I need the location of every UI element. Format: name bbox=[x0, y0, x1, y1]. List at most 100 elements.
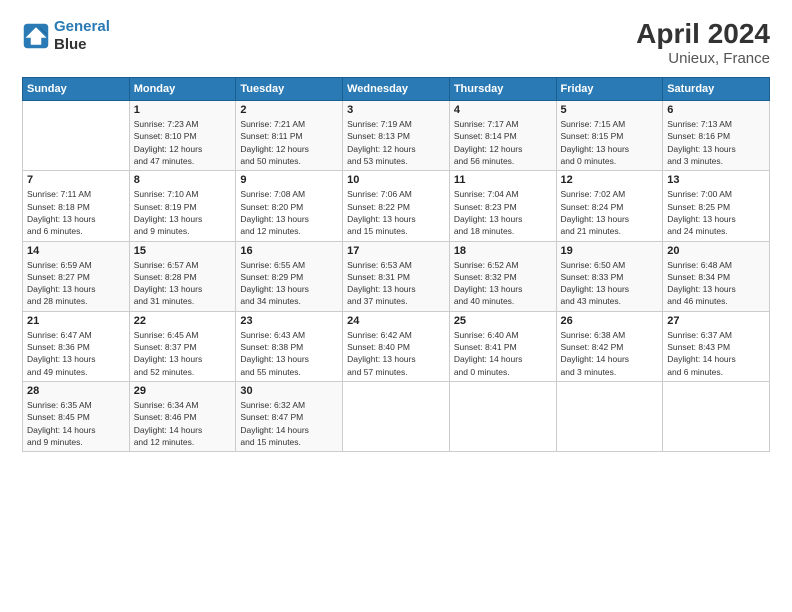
calendar-day-cell: 25 Sunrise: 6:40 AM Sunset: 8:41 PM Dayli… bbox=[449, 311, 556, 381]
day-info: Sunrise: 6:48 AM Sunset: 8:34 PM Dayligh… bbox=[667, 259, 765, 308]
calendar-header-cell: Monday bbox=[129, 78, 236, 101]
calendar-day-cell: 27Sunrise: 6:37 AM Sunset: 8:43 PM Dayli… bbox=[663, 311, 770, 381]
calendar-day-cell: 22Sunrise: 6:45 AM Sunset: 8:37 PM Dayli… bbox=[129, 311, 236, 381]
calendar-day-cell: 14 Sunrise: 6:59 AM Sunset: 8:27 PM Dayli… bbox=[23, 241, 130, 311]
day-info: Sunrise: 7:08 AM Sunset: 8:20 PM Dayligh… bbox=[240, 188, 338, 237]
day-number: 4 bbox=[454, 104, 552, 116]
day-number: 8 bbox=[134, 174, 232, 186]
day-number: 11 bbox=[454, 174, 552, 186]
day-info: Sunrise: 7:06 AM Sunset: 8:22 PM Dayligh… bbox=[347, 188, 445, 237]
calendar-day-cell: 5 Sunrise: 7:15 AM Sunset: 8:15 PM Daylig… bbox=[556, 101, 663, 171]
day-number: 5 bbox=[561, 104, 659, 116]
logo-icon bbox=[22, 22, 50, 50]
calendar-title: April 2024 bbox=[636, 18, 770, 50]
calendar-day-cell: 17 Sunrise: 6:53 AM Sunset: 8:31 PM Dayli… bbox=[343, 241, 450, 311]
day-info: Sunrise: 7:10 AM Sunset: 8:19 PM Dayligh… bbox=[134, 188, 232, 237]
day-info: Sunrise: 7:17 AM Sunset: 8:14 PM Dayligh… bbox=[454, 118, 552, 167]
page: General Blue April 2024 Unieux, France S… bbox=[0, 0, 792, 612]
header: General Blue April 2024 Unieux, France bbox=[22, 18, 770, 67]
title-block: April 2024 Unieux, France bbox=[636, 18, 770, 67]
day-info: Sunrise: 6:52 AM Sunset: 8:32 PM Dayligh… bbox=[454, 259, 552, 308]
calendar-day-cell bbox=[449, 382, 556, 452]
calendar-day-cell: 16 Sunrise: 6:55 AM Sunset: 8:29 PM Dayli… bbox=[236, 241, 343, 311]
calendar-day-cell: 23Sunrise: 6:43 AM Sunset: 8:38 PM Dayli… bbox=[236, 311, 343, 381]
day-number: 30 bbox=[240, 385, 338, 397]
calendar-header-cell: Friday bbox=[556, 78, 663, 101]
day-info: Sunrise: 6:35 AM Sunset: 8:45 PM Dayligh… bbox=[27, 399, 125, 448]
day-info: Sunrise: 7:11 AM Sunset: 8:18 PM Dayligh… bbox=[27, 188, 125, 237]
day-number: 20 bbox=[667, 245, 765, 257]
calendar-day-cell bbox=[23, 101, 130, 171]
day-number: 22 bbox=[134, 315, 232, 327]
day-number: 21 bbox=[27, 315, 125, 327]
day-number: 2 bbox=[240, 104, 338, 116]
calendar-day-cell: 11 Sunrise: 7:04 AM Sunset: 8:23 PM Dayli… bbox=[449, 171, 556, 241]
calendar-day-cell: 9 Sunrise: 7:08 AM Sunset: 8:20 PM Daylig… bbox=[236, 171, 343, 241]
day-info: Sunrise: 6:34 AM Sunset: 8:46 PM Dayligh… bbox=[134, 399, 232, 448]
day-number: 17 bbox=[347, 245, 445, 257]
day-info: Sunrise: 6:42 AM Sunset: 8:40 PM Dayligh… bbox=[347, 329, 445, 378]
day-info: Sunrise: 7:15 AM Sunset: 8:15 PM Dayligh… bbox=[561, 118, 659, 167]
calendar-day-cell: 15 Sunrise: 6:57 AM Sunset: 8:28 PM Dayli… bbox=[129, 241, 236, 311]
day-number: 6 bbox=[667, 104, 765, 116]
day-number: 29 bbox=[134, 385, 232, 397]
calendar-week-row: 7 Sunrise: 7:11 AM Sunset: 8:18 PM Daylig… bbox=[23, 171, 770, 241]
calendar-week-row: 21 Sunrise: 6:47 AM Sunset: 8:36 PM Dayli… bbox=[23, 311, 770, 381]
day-number: 28 bbox=[27, 385, 125, 397]
calendar-day-cell: 29 Sunrise: 6:34 AM Sunset: 8:46 PM Dayli… bbox=[129, 382, 236, 452]
day-info: Sunrise: 7:21 AM Sunset: 8:11 PM Dayligh… bbox=[240, 118, 338, 167]
calendar-week-row: 28 Sunrise: 6:35 AM Sunset: 8:45 PM Dayli… bbox=[23, 382, 770, 452]
day-info: Sunrise: 6:40 AM Sunset: 8:41 PM Dayligh… bbox=[454, 329, 552, 378]
day-number: 1 bbox=[134, 104, 232, 116]
day-number: 7 bbox=[27, 174, 125, 186]
day-number: 15 bbox=[134, 245, 232, 257]
day-number: 12 bbox=[561, 174, 659, 186]
day-info: Sunrise: 6:37 AM Sunset: 8:43 PM Dayligh… bbox=[667, 329, 765, 378]
calendar-day-cell: 28 Sunrise: 6:35 AM Sunset: 8:45 PM Dayli… bbox=[23, 382, 130, 452]
calendar-day-cell: 18Sunrise: 6:52 AM Sunset: 8:32 PM Dayli… bbox=[449, 241, 556, 311]
logo-line2: Blue bbox=[54, 36, 110, 54]
calendar-day-cell: 1 Sunrise: 7:23 AM Sunset: 8:10 PM Daylig… bbox=[129, 101, 236, 171]
day-info: Sunrise: 6:50 AM Sunset: 8:33 PM Dayligh… bbox=[561, 259, 659, 308]
calendar-day-cell bbox=[343, 382, 450, 452]
calendar-day-cell: 20 Sunrise: 6:48 AM Sunset: 8:34 PM Dayli… bbox=[663, 241, 770, 311]
day-info: Sunrise: 6:57 AM Sunset: 8:28 PM Dayligh… bbox=[134, 259, 232, 308]
calendar-day-cell: 26Sunrise: 6:38 AM Sunset: 8:42 PM Dayli… bbox=[556, 311, 663, 381]
calendar-day-cell: 30Sunrise: 6:32 AM Sunset: 8:47 PM Dayli… bbox=[236, 382, 343, 452]
day-number: 13 bbox=[667, 174, 765, 186]
day-number: 3 bbox=[347, 104, 445, 116]
day-info: Sunrise: 6:43 AM Sunset: 8:38 PM Dayligh… bbox=[240, 329, 338, 378]
day-number: 16 bbox=[240, 245, 338, 257]
day-info: Sunrise: 6:47 AM Sunset: 8:36 PM Dayligh… bbox=[27, 329, 125, 378]
day-number: 25 bbox=[454, 315, 552, 327]
calendar-header-cell: Sunday bbox=[23, 78, 130, 101]
calendar-day-cell: 24 Sunrise: 6:42 AM Sunset: 8:40 PM Dayli… bbox=[343, 311, 450, 381]
day-info: Sunrise: 6:55 AM Sunset: 8:29 PM Dayligh… bbox=[240, 259, 338, 308]
calendar-day-cell: 7 Sunrise: 7:11 AM Sunset: 8:18 PM Daylig… bbox=[23, 171, 130, 241]
calendar-header-cell: Thursday bbox=[449, 78, 556, 101]
day-info: Sunrise: 7:04 AM Sunset: 8:23 PM Dayligh… bbox=[454, 188, 552, 237]
calendar-week-row: 1 Sunrise: 7:23 AM Sunset: 8:10 PM Daylig… bbox=[23, 101, 770, 171]
calendar-day-cell: 21 Sunrise: 6:47 AM Sunset: 8:36 PM Dayli… bbox=[23, 311, 130, 381]
calendar-header-cell: Wednesday bbox=[343, 78, 450, 101]
day-info: Sunrise: 6:59 AM Sunset: 8:27 PM Dayligh… bbox=[27, 259, 125, 308]
day-number: 24 bbox=[347, 315, 445, 327]
day-number: 10 bbox=[347, 174, 445, 186]
day-number: 9 bbox=[240, 174, 338, 186]
day-info: Sunrise: 7:13 AM Sunset: 8:16 PM Dayligh… bbox=[667, 118, 765, 167]
day-info: Sunrise: 7:23 AM Sunset: 8:10 PM Dayligh… bbox=[134, 118, 232, 167]
calendar-subtitle: Unieux, France bbox=[636, 50, 770, 67]
calendar-day-cell bbox=[556, 382, 663, 452]
logo-line1: General bbox=[54, 18, 110, 35]
calendar-header-row: SundayMondayTuesdayWednesdayThursdayFrid… bbox=[23, 78, 770, 101]
day-info: Sunrise: 7:02 AM Sunset: 8:24 PM Dayligh… bbox=[561, 188, 659, 237]
calendar-day-cell: 4 Sunrise: 7:17 AM Sunset: 8:14 PM Daylig… bbox=[449, 101, 556, 171]
day-number: 26 bbox=[561, 315, 659, 327]
calendar-day-cell: 13Sunrise: 7:00 AM Sunset: 8:25 PM Dayli… bbox=[663, 171, 770, 241]
day-info: Sunrise: 6:53 AM Sunset: 8:31 PM Dayligh… bbox=[347, 259, 445, 308]
day-number: 19 bbox=[561, 245, 659, 257]
day-number: 14 bbox=[27, 245, 125, 257]
calendar-day-cell: 3Sunrise: 7:19 AM Sunset: 8:13 PM Daylig… bbox=[343, 101, 450, 171]
calendar-day-cell: 12 Sunrise: 7:02 AM Sunset: 8:24 PM Dayli… bbox=[556, 171, 663, 241]
calendar-day-cell: 2 Sunrise: 7:21 AM Sunset: 8:11 PM Daylig… bbox=[236, 101, 343, 171]
